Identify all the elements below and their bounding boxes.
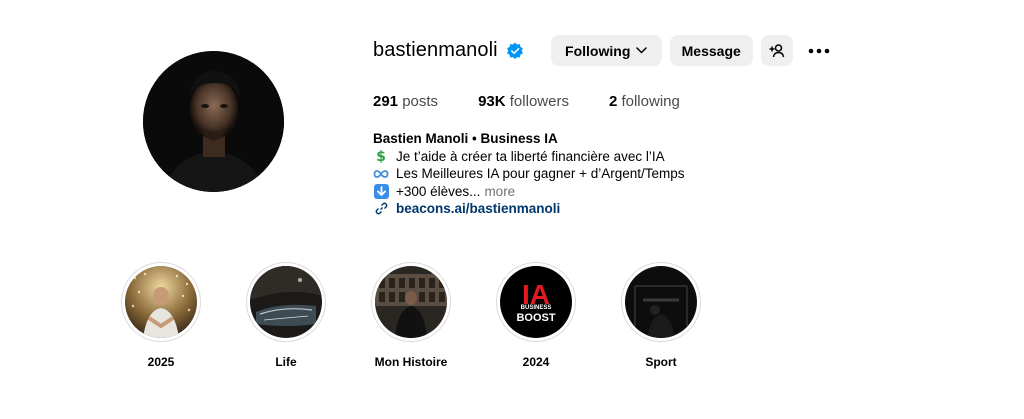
posts-stat: 291 posts bbox=[373, 93, 438, 110]
profile-header: bastienmanoli Following Message bbox=[373, 35, 835, 66]
highlight-cover-image bbox=[250, 266, 322, 338]
following-button[interactable]: Following bbox=[550, 35, 662, 66]
profile-page: bastienmanoli Following Message 291 post… bbox=[0, 0, 1024, 419]
following-stat[interactable]: 2 following bbox=[609, 93, 680, 110]
bio-link-row[interactable]: beacons.ai/bastienmanoli bbox=[373, 200, 685, 218]
highlight-ring bbox=[621, 262, 701, 342]
followers-count: 93K bbox=[478, 93, 506, 110]
profile-bio: Bastien Manoli • Business IA $ Je t’aide… bbox=[373, 130, 685, 218]
highlight-ring bbox=[246, 262, 326, 342]
highlight-cover-image: IA BUSINESS BOOST bbox=[500, 266, 572, 338]
highlight-ring bbox=[371, 262, 451, 342]
highlight-ring: IA BUSINESS BOOST bbox=[496, 262, 576, 342]
username: bastienmanoli bbox=[373, 39, 498, 61]
bio-text-3: +300 élèves... bbox=[396, 183, 481, 199]
highlight-label: Mon Histoire bbox=[374, 355, 448, 369]
posts-label: posts bbox=[402, 93, 439, 110]
bio-line-2: Les Meilleures IA pour gagner + d’Argent… bbox=[373, 165, 685, 183]
followers-label: followers bbox=[509, 93, 569, 110]
highlight-label: 2024 bbox=[522, 355, 550, 369]
bio-text-1: Je t’aide à créer ta liberté financière … bbox=[396, 148, 665, 164]
link-icon bbox=[373, 201, 389, 217]
highlight-item[interactable]: IA BUSINESS BOOST 2024 bbox=[496, 262, 576, 369]
more-options-icon[interactable] bbox=[803, 35, 835, 66]
following-label: following bbox=[621, 93, 680, 110]
highlight-cover-image bbox=[375, 266, 447, 338]
svg-text:$: $ bbox=[376, 149, 386, 164]
bio-line-3: +300 élèves... more bbox=[373, 183, 685, 201]
message-button-label: Message bbox=[681, 42, 741, 59]
avatar-photo bbox=[143, 51, 284, 192]
suggested-users-button[interactable] bbox=[760, 35, 793, 66]
highlight-label: 2025 bbox=[147, 355, 175, 369]
highlight-item[interactable]: Life bbox=[246, 262, 326, 369]
infinity-icon bbox=[373, 166, 389, 182]
external-link[interactable]: beacons.ai/bastienmanoli bbox=[396, 200, 560, 218]
highlight-item[interactable]: Mon Histoire bbox=[371, 262, 451, 369]
highlight-item[interactable]: Sport bbox=[621, 262, 701, 369]
bio-more-link[interactable]: more bbox=[484, 183, 515, 201]
cover-boost-text: BOOST bbox=[516, 312, 555, 324]
chevron-down-icon bbox=[636, 47, 648, 54]
cover-business-text: BUSINESS bbox=[521, 305, 552, 311]
following-button-label: Following bbox=[565, 42, 631, 59]
bio-text-2: Les Meilleures IA pour gagner + d’Argent… bbox=[396, 166, 685, 181]
highlight-cover-image bbox=[125, 266, 197, 338]
highlight-cover-image bbox=[625, 266, 697, 338]
highlight-label: Sport bbox=[645, 355, 677, 369]
profile-stats: 291 posts 93K followers 2 following bbox=[373, 93, 720, 110]
add-user-icon bbox=[769, 43, 785, 59]
followers-stat[interactable]: 93K followers bbox=[478, 93, 569, 110]
message-button[interactable]: Message bbox=[669, 35, 753, 66]
profile-avatar[interactable] bbox=[143, 51, 284, 192]
dollar-sign-icon: $ bbox=[373, 148, 389, 164]
highlight-ring bbox=[121, 262, 201, 342]
highlight-label: Life bbox=[275, 355, 297, 369]
bio-line-1: $ Je t’aide à créer ta liberté financièr… bbox=[373, 148, 685, 166]
down-arrow-icon bbox=[373, 183, 389, 199]
posts-count: 291 bbox=[373, 93, 399, 110]
highlight-item[interactable]: 2025 bbox=[121, 262, 201, 369]
verified-badge-icon bbox=[506, 41, 524, 60]
full-name: Bastien Manoli • Business IA bbox=[373, 131, 558, 146]
following-count: 2 bbox=[608, 93, 618, 110]
